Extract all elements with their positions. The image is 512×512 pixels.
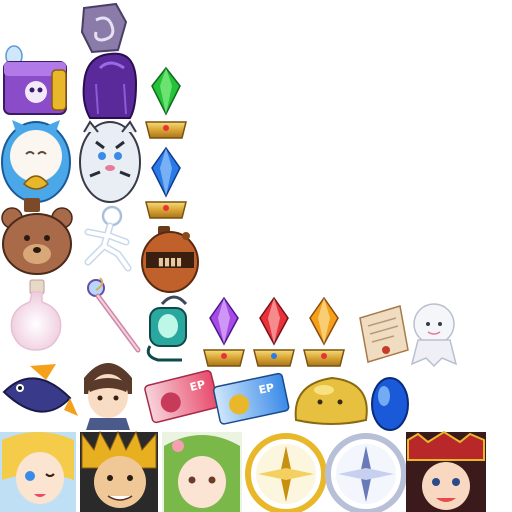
red-crystal-on-gold-stand-icon <box>253 296 295 367</box>
blonde-girl-portrait-icon <box>0 432 76 512</box>
pink-ep-ticket-icon: EP <box>144 369 220 424</box>
parchment-scroll-icon <box>359 305 409 363</box>
white-ghost-doll-icon <box>410 303 458 368</box>
purple-swirl-sigil-icon <box>80 2 128 54</box>
red-armored-hero-portrait-icon <box>406 430 486 512</box>
sprite-atlas: ▮▮▮▮ EP EP <box>0 2 486 512</box>
purple-skull-treasure-chest-icon <box>3 45 67 115</box>
brown-haired-boy-portrait-icon <box>84 363 132 430</box>
gold-compass-icon <box>245 433 327 512</box>
blue-crystal-on-gold-stand-icon <box>145 146 187 219</box>
silver-compass-icon <box>325 433 407 512</box>
pink-potion-flask-icon <box>10 279 62 351</box>
yellow-slime-icon <box>294 376 368 425</box>
green-haired-girl-portrait-icon <box>162 432 242 512</box>
green-crystal-on-gold-stand-icon <box>145 66 187 139</box>
copper-steampunk-pot-icon: ▮▮▮▮ <box>141 226 199 293</box>
blue-lucky-cat-icon <box>1 120 71 203</box>
teal-lantern-icon <box>146 295 188 362</box>
white-tiger-pet-icon <box>79 120 141 203</box>
brown-teddy-bear-icon <box>1 198 73 275</box>
blue-oval-gem-icon <box>371 377 409 431</box>
purple-crystal-on-gold-stand-icon <box>203 296 245 367</box>
magic-staff-icon <box>87 277 141 353</box>
blue-fish-icon <box>2 364 78 416</box>
svg-text:▮▮▮▮: ▮▮▮▮ <box>158 255 182 268</box>
orange-crystal-on-gold-stand-icon <box>303 296 345 367</box>
spiky-haired-hero-portrait-icon <box>80 430 158 512</box>
running-stick-figure-icon <box>84 205 132 272</box>
blue-ep-ticket-icon: EP <box>212 372 290 425</box>
purple-hair-wig-icon <box>82 52 138 119</box>
